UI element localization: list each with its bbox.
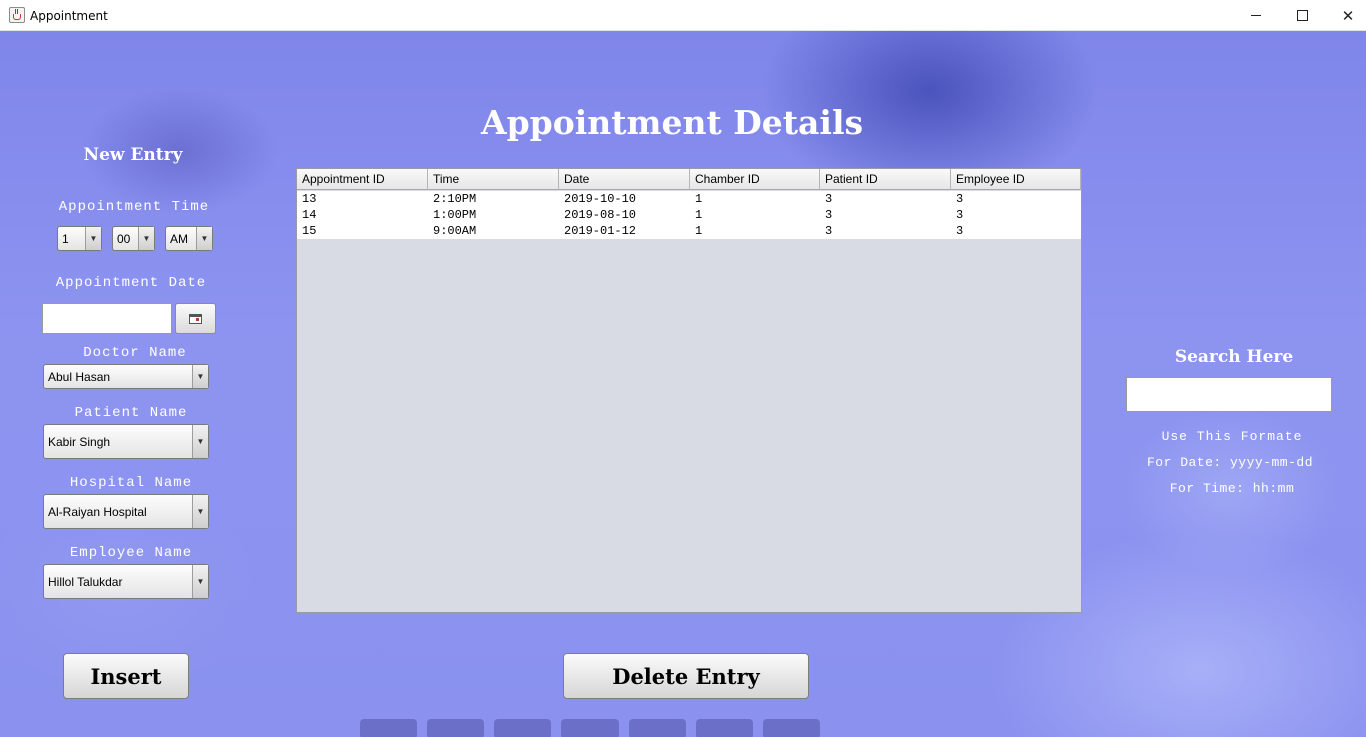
search-input[interactable] [1126, 377, 1332, 412]
background-keyboard [360, 719, 820, 737]
window-title: Appointment [30, 9, 108, 23]
cell-chamber-id: 1 [695, 208, 703, 222]
cell-employee-id: 3 [956, 224, 964, 238]
cell-employee-id: 3 [956, 192, 964, 206]
cell-employee-id: 3 [956, 208, 964, 222]
new-entry-heading: New Entry [83, 145, 183, 165]
column-header[interactable]: Date [559, 169, 690, 190]
table-row[interactable]: 15 9:00AM 2019-01-12 1 3 3 [297, 223, 1081, 239]
chevron-down-icon: ▼ [192, 565, 208, 598]
cell-chamber-id: 1 [695, 192, 703, 206]
minimize-icon [1251, 15, 1261, 16]
page-title: Appointment Details [481, 103, 864, 142]
doctor-select[interactable]: Abul Hasan ▼ [43, 364, 209, 389]
minute-select[interactable]: 00 ▼ [112, 226, 155, 251]
chevron-down-icon: ▼ [192, 495, 208, 528]
table-header: Appointment ID Time Date Chamber ID Pati… [297, 169, 1081, 190]
patient-name-label: Patient Name [74, 405, 188, 421]
hospital-name-label: Hospital Name [69, 475, 193, 491]
cell-time: 2:10PM [433, 192, 477, 206]
hospital-value: Al-Raiyan Hospital [48, 504, 147, 519]
column-header[interactable]: Patient ID [820, 169, 951, 190]
table-row[interactable]: 13 2:10PM 2019-10-10 1 3 3 [297, 191, 1081, 207]
cell-time: 1:00PM [433, 208, 477, 222]
ampm-value: AM [170, 231, 188, 246]
search-heading: Search Here [1174, 347, 1294, 367]
cell-appointment-id: 13 [302, 192, 317, 206]
chevron-down-icon: ▼ [138, 227, 154, 250]
maximize-button[interactable] [1279, 0, 1325, 31]
window-titlebar: Appointment ✕ [0, 0, 1366, 31]
close-button[interactable]: ✕ [1325, 0, 1366, 31]
minimize-button[interactable] [1233, 0, 1279, 31]
hour-value: 1 [62, 231, 69, 246]
chevron-down-icon: ▼ [196, 227, 212, 250]
ampm-select[interactable]: AM ▼ [165, 226, 213, 251]
date-picker-button[interactable] [175, 303, 216, 334]
cell-patient-id: 3 [825, 192, 833, 206]
cell-date: 2019-08-10 [564, 208, 637, 222]
chevron-down-icon: ▼ [192, 365, 208, 388]
cell-date: 2019-01-12 [564, 224, 637, 238]
column-header[interactable]: Employee ID [951, 169, 1081, 190]
format-hint-date: For Date: yyyy-mm-dd [1146, 455, 1314, 470]
column-header[interactable]: Chamber ID [690, 169, 820, 190]
close-icon: ✕ [1341, 6, 1355, 25]
delete-entry-button[interactable]: Delete Entry [563, 653, 809, 699]
doctor-name-label: Doctor Name [83, 345, 187, 361]
patient-value: Kabir Singh [48, 434, 111, 449]
format-hint-title: Use This Formate [1161, 429, 1303, 444]
appointments-table[interactable]: Appointment ID Time Date Chamber ID Pati… [296, 168, 1082, 613]
chevron-down-icon: ▼ [85, 227, 101, 250]
cell-appointment-id: 15 [302, 224, 317, 238]
employee-value: Hillol Talukdar [48, 574, 123, 589]
insert-button[interactable]: Insert [63, 653, 189, 699]
employee-select[interactable]: Hillol Talukdar ▼ [43, 564, 209, 599]
cell-patient-id: 3 [825, 208, 833, 222]
table-body: 13 2:10PM 2019-10-10 1 3 3 14 1:00PM 201… [297, 191, 1081, 239]
appointment-date-label: Appointment Date [55, 275, 207, 291]
hour-select[interactable]: 1 ▼ [57, 226, 102, 251]
cell-chamber-id: 1 [695, 224, 703, 238]
main-panel: Appointment Details New Entry Appointmen… [0, 31, 1366, 737]
java-app-icon [9, 7, 25, 23]
employee-name-label: Employee Name [69, 545, 193, 561]
cell-date: 2019-10-10 [564, 192, 637, 206]
appointment-date-input[interactable] [42, 303, 172, 334]
cell-time: 9:00AM [433, 224, 477, 238]
cell-patient-id: 3 [825, 224, 833, 238]
maximize-icon [1296, 10, 1308, 21]
format-hint-time: For Time: hh:mm [1169, 481, 1295, 496]
cell-appointment-id: 14 [302, 208, 317, 222]
column-header[interactable]: Appointment ID [297, 169, 428, 190]
minute-value: 00 [117, 231, 131, 246]
hospital-select[interactable]: Al-Raiyan Hospital ▼ [43, 494, 209, 529]
table-row[interactable]: 14 1:00PM 2019-08-10 1 3 3 [297, 207, 1081, 223]
doctor-value: Abul Hasan [48, 369, 111, 384]
patient-select[interactable]: Kabir Singh ▼ [43, 424, 209, 459]
column-header[interactable]: Time [428, 169, 559, 190]
appointment-time-label: Appointment Time [58, 199, 210, 215]
calendar-icon [189, 313, 202, 324]
chevron-down-icon: ▼ [192, 425, 208, 458]
